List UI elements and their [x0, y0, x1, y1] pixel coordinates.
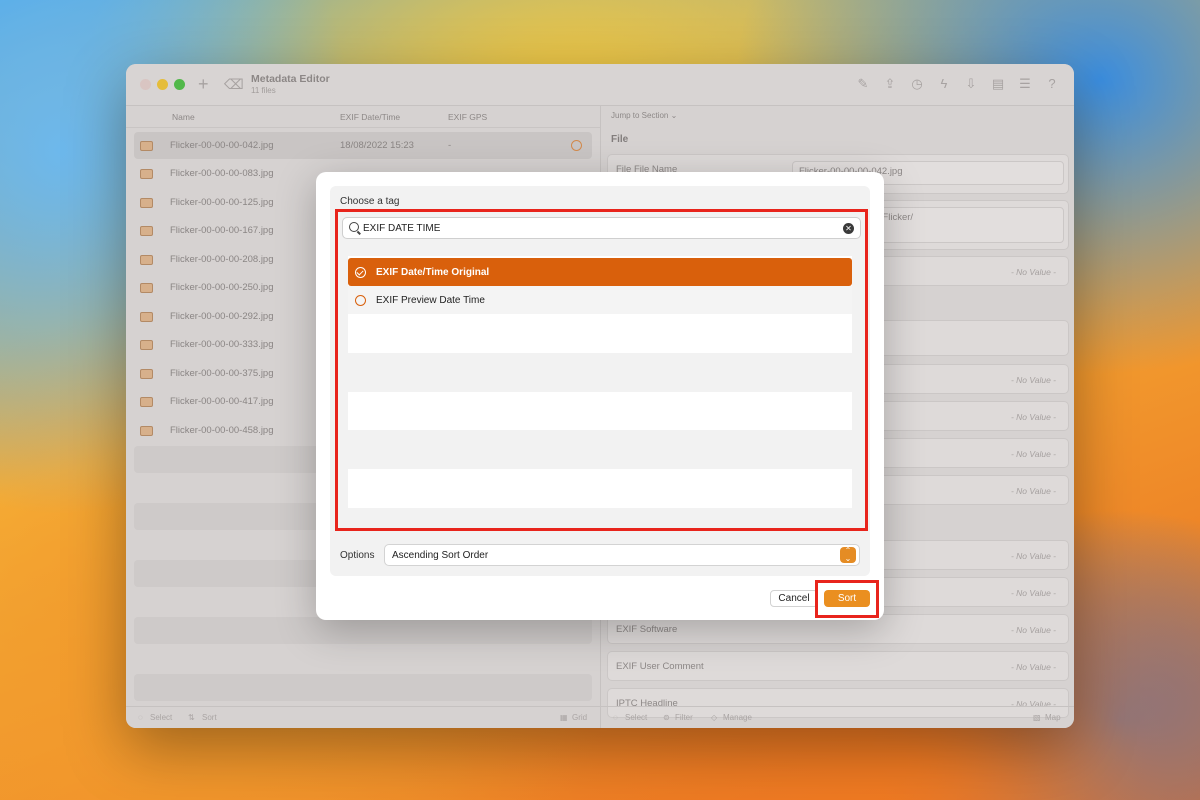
- title-bar: + ⌫ Metadata Editor 11 files ✎ ⇪ ◷ ϟ ⇩ ▤…: [126, 64, 1074, 106]
- column-name[interactable]: Name: [172, 112, 195, 122]
- image-file-icon: [140, 425, 153, 436]
- image-file-icon: [140, 339, 153, 350]
- file-name: Flicker-00-00-00-458.jpg: [170, 425, 274, 436]
- map-icon[interactable]: ▧: [1033, 713, 1041, 722]
- jump-to-section[interactable]: Jump to Section ⌄: [611, 111, 677, 120]
- empty-row: [134, 617, 592, 644]
- select-button[interactable]: Select: [150, 713, 172, 722]
- image-file-icon: [140, 368, 153, 379]
- sort-order-select[interactable]: Ascending Sort Order ⌃ ⌄: [384, 544, 860, 566]
- maximize-window-button[interactable]: [174, 79, 185, 90]
- download-icon[interactable]: ⇩: [963, 76, 979, 92]
- jump-label: Jump to Section: [611, 111, 669, 120]
- choose-tag-dialog: Choose a tag EXIF DATE TIME ✕ EXIF Date/…: [316, 172, 884, 620]
- chevron-updown-icon: ⌃ ⌄: [840, 547, 856, 563]
- no-value: - No Value -: [1010, 625, 1056, 635]
- no-value: - No Value -: [1010, 267, 1056, 277]
- left-footer: ◌ Select ⇅ Sort ▦ Grid: [126, 706, 600, 728]
- file-gps: -: [448, 140, 452, 151]
- image-file-icon: [140, 282, 153, 293]
- choose-tag-label: Choose a tag: [340, 196, 400, 207]
- field-label: EXIF Software: [616, 624, 678, 635]
- image-file-icon: [140, 197, 153, 208]
- checkmark-icon: [571, 140, 582, 151]
- select-button[interactable]: Select: [625, 713, 647, 722]
- no-value: - No Value -: [1010, 662, 1056, 672]
- file-name: Flicker-00-00-00-250.jpg: [170, 282, 274, 293]
- column-gps[interactable]: EXIF GPS: [448, 112, 487, 122]
- file-row[interactable]: Flicker-00-00-00-042.jpg 18/08/2022 15:2…: [134, 132, 592, 159]
- grid-button[interactable]: Grid: [572, 713, 587, 722]
- add-icon[interactable]: +: [198, 74, 209, 95]
- toolbar: ✎ ⇪ ◷ ϟ ⇩ ▤ ☰ ?: [855, 76, 1060, 92]
- file-name: Flicker-00-00-00-042.jpg: [170, 140, 274, 151]
- image-file-icon: [140, 168, 153, 179]
- window-title: Metadata Editor: [251, 73, 330, 85]
- sort-icon[interactable]: ⇅: [188, 713, 195, 722]
- bolt-icon[interactable]: ϟ: [936, 76, 952, 92]
- close-window-button[interactable]: [140, 79, 151, 90]
- no-value: - No Value -: [1010, 486, 1056, 496]
- empty-row: [134, 674, 592, 701]
- file-date: 18/08/2022 15:23: [340, 140, 414, 151]
- no-value: - No Value -: [1010, 449, 1056, 459]
- file-name: Flicker-00-00-00-167.jpg: [170, 225, 274, 236]
- file-name: Flicker-00-00-00-333.jpg: [170, 339, 274, 350]
- sort-footer-button[interactable]: Sort: [202, 713, 217, 722]
- clock-icon[interactable]: ◷: [909, 76, 925, 92]
- image-file-icon: [140, 225, 153, 236]
- section-title: File: [611, 134, 629, 145]
- no-value: - No Value -: [1010, 551, 1056, 561]
- image-file-icon: [140, 140, 153, 151]
- image-file-icon: [140, 311, 153, 322]
- no-value: - No Value -: [1010, 375, 1056, 385]
- image-file-icon: [140, 254, 153, 265]
- sort-button[interactable]: Sort: [824, 590, 870, 607]
- file-name: Flicker-00-00-00-208.jpg: [170, 254, 274, 265]
- list-icon[interactable]: ☰: [1017, 76, 1033, 92]
- column-date[interactable]: EXIF Date/Time: [340, 112, 400, 122]
- delete-icon[interactable]: ⌫: [224, 76, 244, 93]
- help-icon[interactable]: ?: [1044, 76, 1060, 92]
- minimize-window-button[interactable]: [157, 79, 168, 90]
- column-header: Name EXIF Date/Time EXIF GPS: [126, 106, 600, 128]
- edit-icon[interactable]: ✎: [855, 76, 871, 92]
- filter-icon[interactable]: ⊜: [663, 713, 670, 722]
- options-label: Options: [340, 550, 375, 561]
- tag-icon[interactable]: ◇: [711, 713, 717, 722]
- file-name: Flicker-00-00-00-125.jpg: [170, 197, 274, 208]
- filter-button[interactable]: Filter: [675, 713, 693, 722]
- select-icon[interactable]: ◌: [138, 713, 143, 722]
- manage-button[interactable]: Manage: [723, 713, 752, 722]
- no-value: - No Value -: [1010, 588, 1056, 598]
- file-name: Flicker-00-00-00-083.jpg: [170, 168, 274, 179]
- field-exif-user-comment[interactable]: EXIF User Comment - No Value -: [607, 651, 1069, 681]
- cancel-button[interactable]: Cancel: [770, 590, 818, 607]
- file-name: Flicker-00-00-00-292.jpg: [170, 311, 274, 322]
- field-label: EXIF User Comment: [616, 661, 704, 672]
- document-icon[interactable]: ▤: [990, 76, 1006, 92]
- highlight-box-tag-list: [335, 209, 868, 531]
- file-name: Flicker-00-00-00-375.jpg: [170, 368, 274, 379]
- grid-icon[interactable]: ▦: [560, 713, 568, 722]
- upload-icon[interactable]: ⇪: [882, 76, 898, 92]
- window-subtitle: 11 files: [251, 86, 276, 95]
- no-value: - No Value -: [1010, 412, 1056, 422]
- sort-order-value: Ascending Sort Order: [392, 550, 489, 561]
- image-file-icon: [140, 396, 153, 407]
- select-icon[interactable]: ◌: [613, 713, 618, 722]
- right-footer: ◌ Select ⊜ Filter ◇ Manage ▧ Map: [601, 706, 1074, 728]
- map-button[interactable]: Map: [1045, 713, 1061, 722]
- file-name: Flicker-00-00-00-417.jpg: [170, 396, 274, 407]
